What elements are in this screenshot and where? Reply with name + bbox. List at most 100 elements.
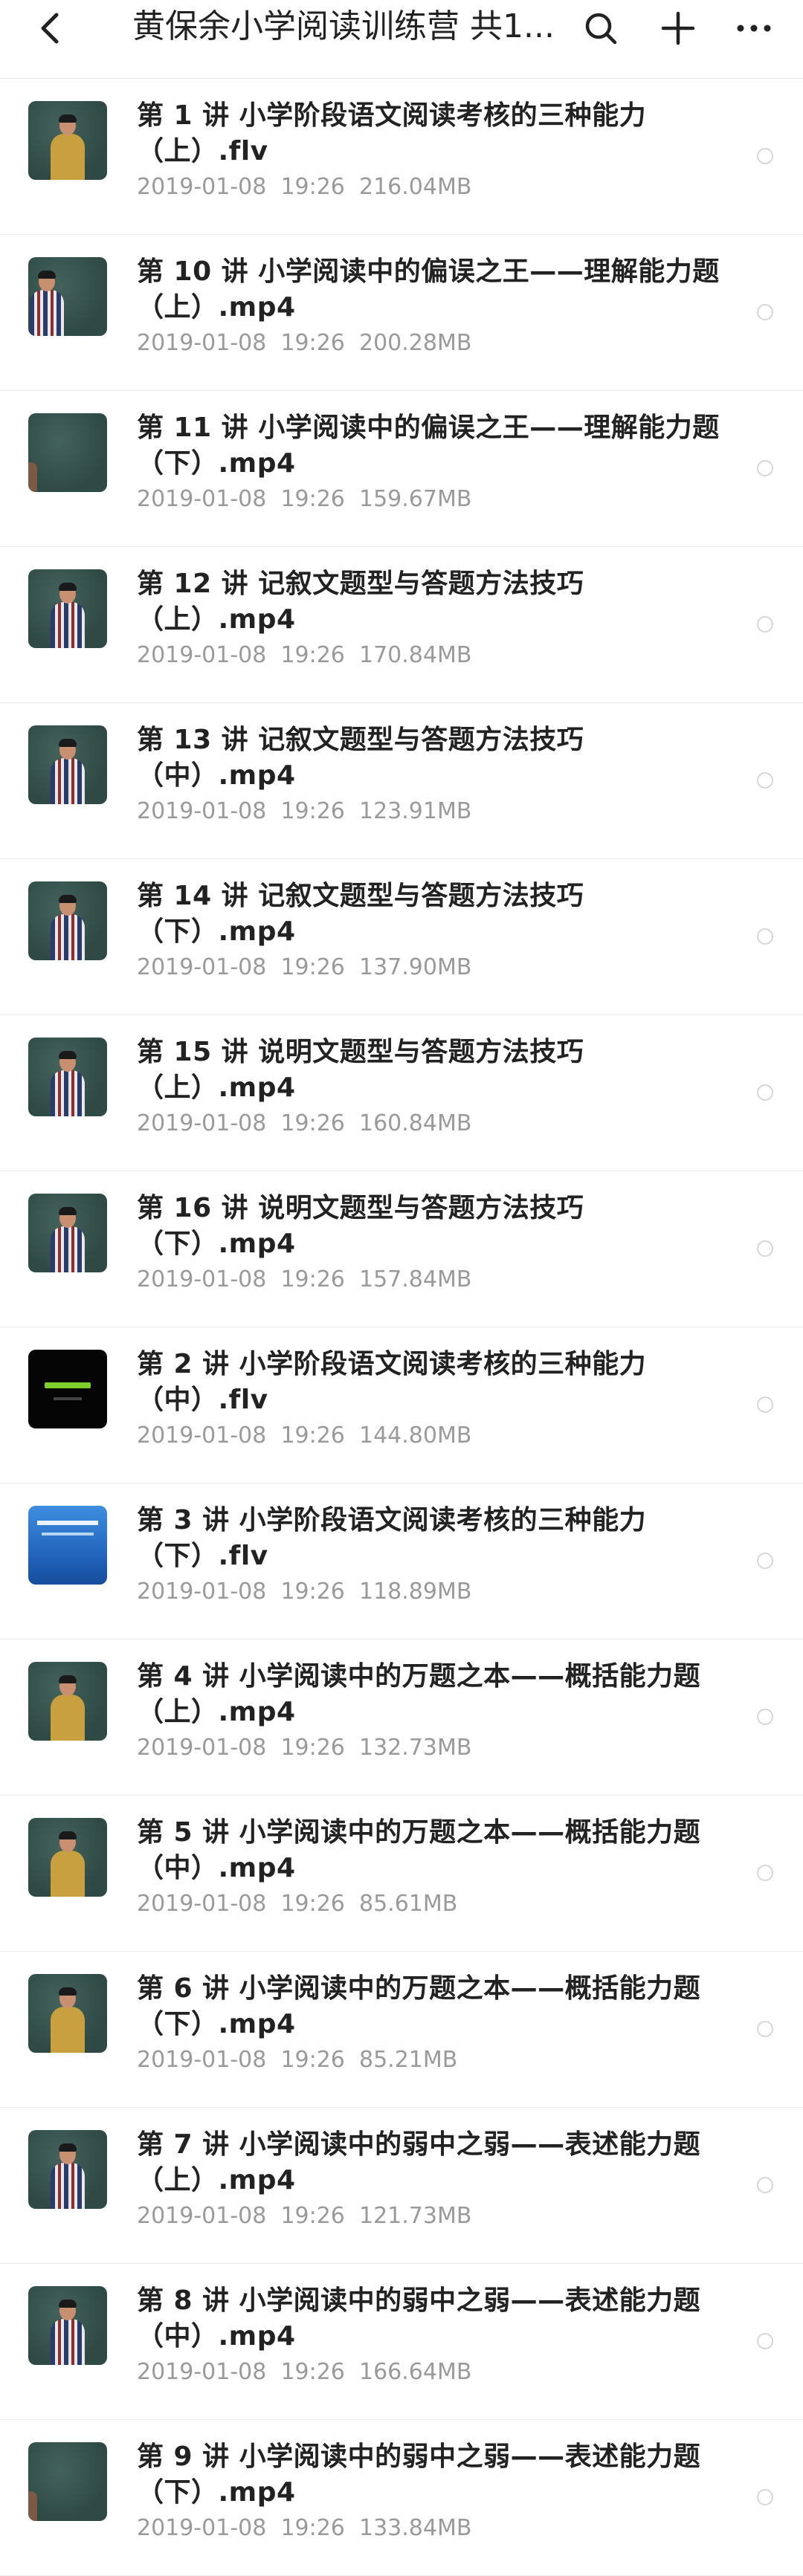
file-size: 216.04MB	[358, 174, 472, 200]
file-date: 2019-01-08	[137, 486, 267, 512]
teacher-figure	[51, 1051, 85, 1116]
file-title: 第 2 讲 小学阶段语文阅读考核的三种能力（中）.flv	[137, 1349, 647, 1415]
file-size: 157.84MB	[358, 1266, 472, 1292]
file-date: 2019-01-08	[137, 2203, 267, 2229]
teacher-hair	[59, 2300, 77, 2308]
file-time: 19:26	[280, 1266, 345, 1292]
file-list-item[interactable]: 第 7 讲 小学阅读中的弱中之弱——表述能力题（上）.mp4 2019-01-0…	[0, 2108, 803, 2264]
teacher-figure-edge	[28, 462, 37, 492]
teacher-hair	[59, 1675, 77, 1683]
file-meta: 2019-01-08 19:26 132.73MB	[137, 1733, 732, 1763]
thumbnail-background	[28, 1350, 107, 1428]
file-list-item[interactable]: 第 6 讲 小学阅读中的万题之本——概括能力题（下）.mp4 2019-01-0…	[0, 1952, 803, 2108]
file-info: 第 6 讲 小学阅读中的万题之本——概括能力题（下）.mp4 2019-01-0…	[137, 1971, 732, 2075]
file-meta: 2019-01-08 19:26 200.28MB	[137, 329, 732, 358]
file-time: 19:26	[280, 330, 345, 356]
teacher-body	[51, 1226, 85, 1272]
video-thumbnail	[28, 1818, 107, 1897]
teacher-figure	[51, 895, 85, 960]
file-time: 19:26	[280, 954, 345, 980]
file-list-item[interactable]: 第 9 讲 小学阅读中的弱中之弱——表述能力题（下）.mp4 2019-01-0…	[0, 2420, 803, 2576]
file-list-item[interactable]: 第 13 讲 记叙文题型与答题方法技巧（中）.mp4 2019-01-08 19…	[0, 703, 803, 859]
video-thumbnail	[28, 881, 107, 960]
teacher-figure	[51, 739, 85, 804]
teacher-body	[51, 758, 85, 804]
select-radio[interactable]	[757, 928, 773, 945]
select-radio[interactable]	[757, 460, 773, 476]
file-size: 132.73MB	[358, 1735, 472, 1761]
file-date: 2019-01-08	[137, 1579, 267, 1605]
select-radio[interactable]	[757, 1865, 773, 1881]
select-radio[interactable]	[757, 2177, 773, 2193]
file-size: 121.73MB	[358, 2203, 472, 2229]
file-info: 第 1 讲 小学阶段语文阅读考核的三种能力（上）.flv 2019-01-08 …	[137, 98, 732, 202]
file-meta: 2019-01-08 19:26 160.84MB	[137, 1109, 732, 1139]
file-time: 19:26	[280, 2359, 345, 2385]
file-size: 85.61MB	[358, 1891, 458, 1917]
file-meta: 2019-01-08 19:26 170.84MB	[137, 641, 732, 670]
back-button[interactable]	[28, 6, 73, 51]
select-radio[interactable]	[757, 1084, 773, 1101]
teacher-body	[51, 914, 85, 960]
file-meta: 2019-01-08 19:26 85.61MB	[137, 1889, 732, 1919]
file-size: 159.67MB	[358, 486, 472, 512]
file-title: 第 10 讲 小学阅读中的偏误之王——理解能力题（上）.mp4	[137, 256, 720, 323]
select-radio[interactable]	[757, 772, 773, 789]
select-radio[interactable]	[757, 1397, 773, 1413]
file-meta: 2019-01-08 19:26 157.84MB	[137, 1265, 732, 1295]
file-date: 2019-01-08	[137, 954, 267, 980]
file-list-item[interactable]: 第 3 讲 小学阶段语文阅读考核的三种能力（下）.flv 2019-01-08 …	[0, 1483, 803, 1640]
select-radio[interactable]	[757, 2333, 773, 2349]
teacher-hair	[59, 895, 77, 903]
thumbnail-title-bar	[45, 1382, 91, 1388]
file-meta: 2019-01-08 19:26 216.04MB	[137, 172, 732, 202]
teacher-body	[51, 1695, 85, 1741]
thumbnail-title-bar	[37, 1521, 98, 1525]
file-list-item[interactable]: 第 11 讲 小学阅读中的偏误之王——理解能力题（下）.mp4 2019-01-…	[0, 391, 803, 547]
teacher-figure	[51, 583, 85, 648]
file-size: 123.91MB	[358, 798, 472, 824]
select-radio[interactable]	[757, 616, 773, 632]
file-date: 2019-01-08	[137, 642, 267, 668]
file-size: 166.64MB	[358, 2359, 472, 2385]
file-date: 2019-01-08	[137, 2515, 267, 2541]
select-radio[interactable]	[757, 2021, 773, 2037]
file-list-item[interactable]: 第 8 讲 小学阅读中的弱中之弱——表述能力题（中）.mp4 2019-01-0…	[0, 2264, 803, 2420]
select-radio[interactable]	[757, 1709, 773, 1725]
file-title: 第 11 讲 小学阅读中的偏误之王——理解能力题（下）.mp4	[137, 412, 720, 479]
file-list-item[interactable]: 第 4 讲 小学阅读中的万题之本——概括能力题（上）.mp4 2019-01-0…	[0, 1640, 803, 1796]
file-info: 第 7 讲 小学阅读中的弱中之弱——表述能力题（上）.mp4 2019-01-0…	[137, 2127, 732, 2231]
select-radio[interactable]	[757, 148, 773, 164]
add-button[interactable]	[654, 4, 702, 52]
file-title: 第 3 讲 小学阶段语文阅读考核的三种能力（下）.flv	[137, 1505, 647, 1571]
select-radio[interactable]	[757, 1240, 773, 1257]
file-time: 19:26	[280, 2047, 345, 2073]
teacher-body	[51, 134, 85, 180]
teacher-body	[51, 2319, 85, 2365]
video-thumbnail	[28, 257, 107, 336]
file-list-item[interactable]: 第 15 讲 说明文题型与答题方法技巧（上）.mp4 2019-01-08 19…	[0, 1015, 803, 1171]
file-list-item[interactable]: 第 14 讲 记叙文题型与答题方法技巧（下）.mp4 2019-01-08 19…	[0, 859, 803, 1015]
file-list-item[interactable]: 第 2 讲 小学阶段语文阅读考核的三种能力（中）.flv 2019-01-08 …	[0, 1327, 803, 1483]
file-info: 第 3 讲 小学阶段语文阅读考核的三种能力（下）.flv 2019-01-08 …	[137, 1503, 732, 1607]
teacher-figure	[51, 114, 85, 180]
file-list-item[interactable]: 第 10 讲 小学阅读中的偏误之王——理解能力题（上）.mp4 2019-01-…	[0, 235, 803, 391]
file-title: 第 15 讲 说明文题型与答题方法技巧（上）.mp4	[137, 1037, 584, 1103]
file-title: 第 16 讲 说明文题型与答题方法技巧（下）.mp4	[137, 1193, 584, 1259]
file-info: 第 2 讲 小学阶段语文阅读考核的三种能力（中）.flv 2019-01-08 …	[137, 1347, 732, 1451]
select-radio[interactable]	[757, 304, 773, 320]
more-button[interactable]	[730, 4, 778, 52]
select-radio[interactable]	[757, 2489, 773, 2505]
file-info: 第 10 讲 小学阅读中的偏误之王——理解能力题（上）.mp4 2019-01-…	[137, 254, 732, 358]
file-list-item[interactable]: 第 5 讲 小学阅读中的万题之本——概括能力题（中）.mp4 2019-01-0…	[0, 1796, 803, 1952]
file-list-item[interactable]: 第 12 讲 记叙文题型与答题方法技巧（上）.mp4 2019-01-08 19…	[0, 547, 803, 703]
search-button[interactable]	[577, 4, 625, 52]
file-list-item[interactable]: 第 1 讲 小学阶段语文阅读考核的三种能力（上）.flv 2019-01-08 …	[0, 79, 803, 235]
file-info: 第 12 讲 记叙文题型与答题方法技巧（上）.mp4 2019-01-08 19…	[137, 566, 732, 670]
select-radio[interactable]	[757, 1553, 773, 1569]
file-date: 2019-01-08	[137, 174, 267, 200]
video-thumbnail	[28, 725, 107, 804]
file-list-item[interactable]: 第 16 讲 说明文题型与答题方法技巧（下）.mp4 2019-01-08 19…	[0, 1171, 803, 1327]
top-app-bar: 黄保余小学阅读训练营 共1...	[0, 0, 803, 79]
file-size: 133.84MB	[358, 2515, 472, 2541]
